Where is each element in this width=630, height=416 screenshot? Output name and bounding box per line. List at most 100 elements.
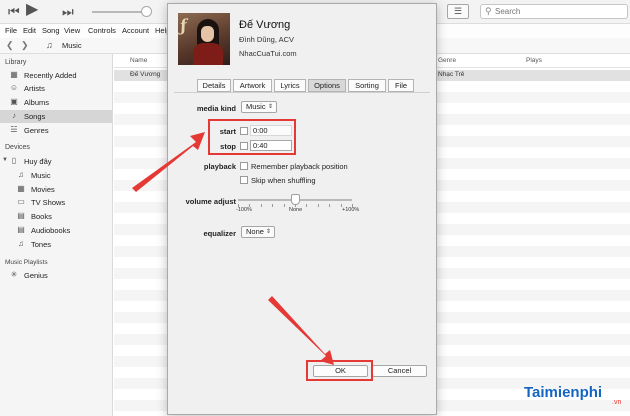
genre-icon: ☱ [10,125,18,134]
collapse-triangle-icon[interactable]: ▼ [2,157,8,163]
section-selector[interactable]: Music [62,41,82,50]
slider-tick [284,204,285,207]
volume-slider-track[interactable] [92,11,148,13]
bell-icon: ♫ [18,239,24,248]
sidebar-item-songs[interactable]: ♪ Songs [0,110,112,123]
sidebar-item-device-movies[interactable]: ▦ Movies [0,183,112,196]
sidebar-item-device-tones[interactable]: ♫ Tones [0,238,112,251]
column-header-name[interactable]: Name [130,57,147,64]
sidebar-item-artists[interactable]: ☺ Artists [0,82,112,95]
sidebar-item-label: Albums [24,98,50,107]
sidebar-item-device-books[interactable]: ▤ Books [0,210,112,223]
sidebar-item-label: Artists [24,84,45,93]
slider-tick [318,204,319,207]
skip-shuffling-checkbox[interactable] [240,176,248,184]
playback-label: playback [203,162,236,171]
song-note-icon: ♪ [12,111,16,120]
remember-position-checkbox[interactable] [240,162,248,170]
slider-tick [352,204,353,207]
sidebar-item-label: Genres [24,126,49,135]
ok-highlight-box [306,360,373,381]
chevron-updown-icon: ⇕ [267,104,273,110]
watermark-suffix: .vn [612,399,622,406]
sidebar-item-device-tv-shows[interactable]: ▭ TV Shows [0,196,112,209]
sidebar-item-recently-added[interactable]: ▦ Recently Added [0,69,112,82]
start-stop-highlight-box [208,119,296,155]
tab-lyrics[interactable]: Lyrics [274,79,306,92]
slider-tick [341,204,342,207]
audiobook-icon: ▤ [17,225,25,234]
slider-tick [295,204,296,207]
forward-arrow-icon[interactable]: ❯ [21,40,29,51]
volume-slider-knob[interactable] [141,6,152,17]
slider-tick [261,204,262,207]
slider-mid-label: None [289,207,303,213]
rewind-icon[interactable]: ⏮ [8,4,20,20]
search-input[interactable] [495,6,623,17]
slider-tick [238,204,239,207]
tab-options[interactable]: Options [308,79,346,92]
equalizer-label: equalizer [203,229,236,238]
sidebar: Library ▦ Recently Added ☺ Artists ▣ Alb… [0,54,113,416]
album-icon: ▣ [10,97,18,106]
slider-tick [329,204,330,207]
tab-details[interactable]: Details [197,79,231,92]
search-box[interactable]: ⚲ [480,4,628,19]
song-genre-cell: Nhạc Trẻ [438,71,465,78]
tv-icon: ▭ [17,197,25,206]
tab-sorting[interactable]: Sorting [348,79,386,92]
watermark-brand: Taimienphi [524,384,603,401]
menu-controls[interactable]: Controls [88,26,116,35]
song-info-dialog: ƒ Đế Vương Đình Dũng, ACV NhacCuaTui.com… [167,3,437,415]
cancel-button[interactable]: Cancel [372,365,427,377]
song-album: NhacCuaTui.com [239,49,297,58]
back-arrow-icon[interactable]: ❮ [6,40,14,51]
artist-icon: ☺ [9,83,19,92]
sidebar-item-label: Huy đây [24,157,52,166]
song-name-cell: Đế Vương [130,71,161,78]
sidebar-item-device[interactable]: ▼ ▯ Huy đây [0,155,112,168]
equalizer-select[interactable]: None ⇕ [241,226,275,238]
sidebar-item-label: Books [31,212,52,221]
film-icon: ▦ [17,184,25,193]
menu-file[interactable]: File [5,26,17,35]
sidebar-item-genius[interactable]: ✳ Genius [0,269,112,282]
album-artwork: ƒ [178,13,230,65]
menu-account[interactable]: Account [122,26,149,35]
sidebar-item-device-audiobooks[interactable]: ▤ Audiobooks [0,224,112,237]
sidebar-item-label: Songs [24,112,46,121]
slider-tick [272,204,273,207]
recently-added-icon: ▦ [10,70,18,79]
tab-panel-divider [174,92,430,93]
menu-view[interactable]: View [64,26,80,35]
sidebar-item-label: Tones [31,240,52,249]
fast-forward-icon[interactable]: ⏭ [62,4,74,20]
search-icon: ⚲ [485,6,492,16]
list-view-button[interactable]: ☰ [447,4,469,19]
column-header-plays[interactable]: Plays [526,57,542,64]
media-kind-select[interactable]: Music ⇕ [241,101,277,113]
play-icon[interactable]: ▶ [26,2,38,18]
media-kind-label: media kind [196,104,236,113]
skip-shuffling-label: Skip when shuffling [251,176,316,185]
column-header-genre[interactable]: Genre [438,57,456,64]
song-title: Đế Vương [239,19,291,31]
menu-edit[interactable]: Edit [23,26,36,35]
sidebar-item-label: Recently Added [24,71,77,80]
menu-song[interactable]: Song [42,26,60,35]
slider-min-label: -100% [236,207,252,213]
song-artist: Đình Dũng, ACV [239,35,295,44]
sidebar-item-label: Music [31,171,51,180]
playlists-header: Music Playlists [5,259,48,266]
tab-file[interactable]: File [388,79,414,92]
sidebar-item-albums[interactable]: ▣ Albums [0,96,112,109]
equalizer-value: None [246,227,264,236]
sidebar-item-label: Audiobooks [31,226,71,235]
sidebar-item-label: TV Shows [31,198,66,207]
sidebar-item-genres[interactable]: ☱ Genres [0,124,112,137]
watermark-logo: Taimienphi .vn [512,382,630,412]
volume-adjust-label: volume adjust [185,197,236,206]
sidebar-item-device-music[interactable]: ♫ Music [0,169,112,182]
library-header: Library [5,59,27,66]
tab-artwork[interactable]: Artwork [233,79,272,92]
